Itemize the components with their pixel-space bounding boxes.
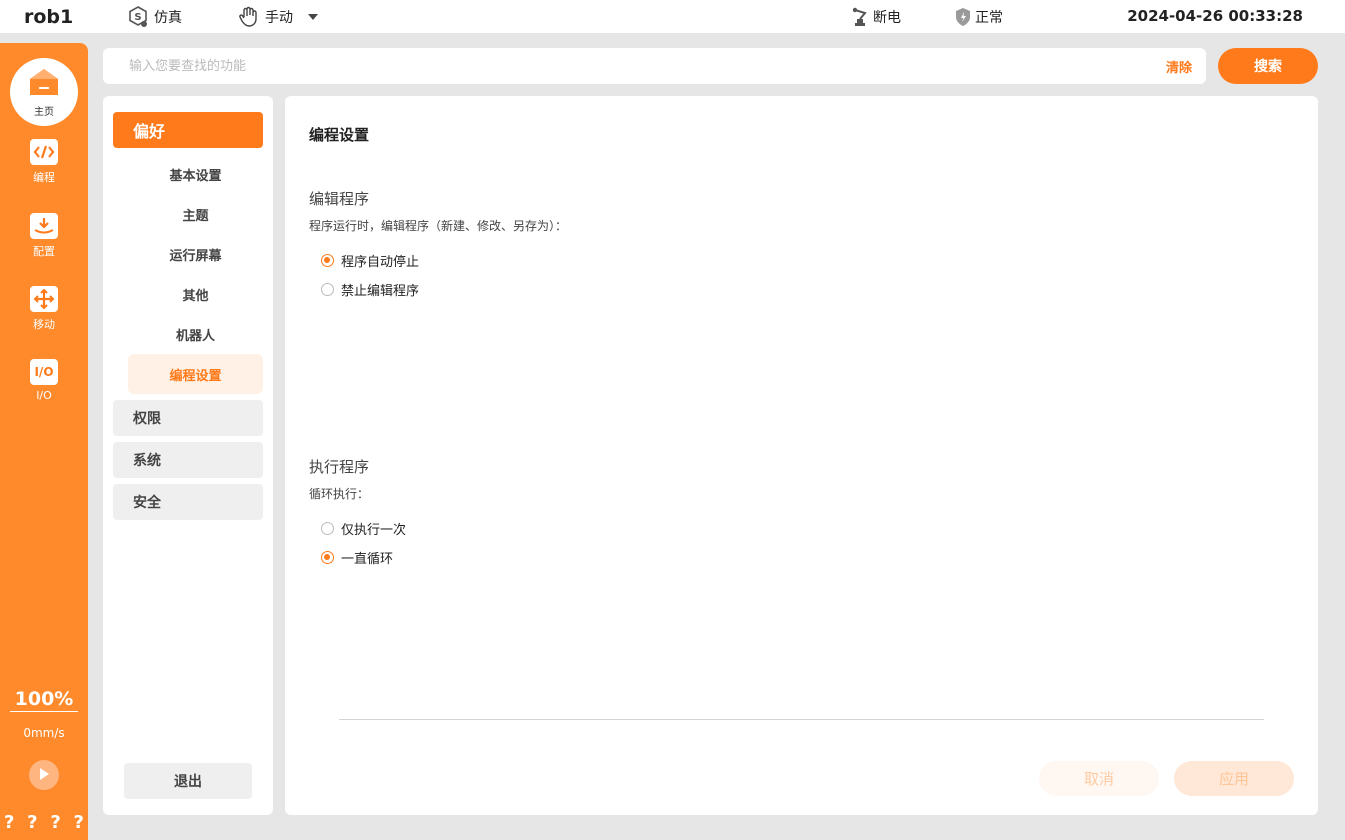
nav-config-label: 配置	[33, 245, 55, 258]
category-system[interactable]: 系统	[113, 442, 263, 478]
nav-move[interactable]: 移动	[0, 286, 88, 332]
power-status: 断电	[851, 5, 901, 29]
nav-io[interactable]: I/O I/O	[0, 359, 88, 402]
radio-button[interactable]	[321, 551, 334, 564]
code-icon	[30, 139, 58, 165]
radio-label: 禁止编辑程序	[341, 284, 420, 299]
nav-move-label: 移动	[33, 318, 55, 331]
state-label: 正常	[975, 10, 1003, 26]
top-bar: rob1 S 仿真 手动 断电 正常 2024-04-26 00:33:28	[0, 0, 1345, 33]
svg-text:S: S	[134, 12, 141, 23]
divider	[339, 719, 1264, 720]
chevron-down-icon	[307, 12, 319, 22]
status-indicator[interactable]: ?	[74, 812, 84, 833]
play-icon	[37, 766, 51, 785]
speed-value: 0mm/s	[23, 726, 65, 740]
exec-program-desc: 循环执行：	[309, 487, 370, 501]
simulation-label: 仿真	[154, 10, 182, 26]
manual-label: 手动	[265, 10, 293, 26]
radio-run-once[interactable]: 仅执行一次	[321, 519, 406, 538]
radio-label: 程序自动停止	[341, 255, 420, 270]
exec-program-title: 执行程序	[309, 458, 370, 476]
nav-config[interactable]: 配置	[0, 213, 88, 259]
nav-programming[interactable]: 编程	[0, 139, 88, 185]
status-indicators: ? ? ? ?	[4, 812, 88, 833]
apply-button[interactable]: 应用	[1174, 761, 1294, 796]
sub-item-programming-settings[interactable]: 编程设置	[128, 354, 263, 394]
manual-mode-dropdown[interactable]: 手动	[237, 5, 319, 29]
speed-percent[interactable]: 100%	[10, 688, 78, 712]
left-sidebar: 主页 编程 配置 移动 I/O I/O 100% 0mm/s ? ? ? ?	[0, 43, 88, 840]
home-icon	[28, 67, 60, 101]
shield-icon	[955, 7, 971, 27]
home-label: 主页	[34, 106, 54, 118]
settings-content-panel: 编程设置 编辑程序 程序运行时，编辑程序（新建、修改、另存为）： 程序自动停止 …	[285, 96, 1318, 815]
logout-button[interactable]: 退出	[124, 763, 252, 799]
io-icon: I/O	[30, 359, 58, 385]
page-title: 编程设置	[309, 126, 370, 144]
home-button[interactable]: 主页	[10, 58, 78, 126]
radio-label: 一直循环	[341, 552, 394, 567]
status-indicator[interactable]: ?	[4, 812, 14, 833]
simulation-mode[interactable]: S 仿真	[126, 5, 182, 29]
category-permissions[interactable]: 权限	[113, 400, 263, 436]
clear-button[interactable]: 清除	[1166, 57, 1192, 76]
radio-label: 仅执行一次	[341, 523, 407, 538]
sub-item-run-screen[interactable]: 运行屏幕	[128, 234, 263, 274]
play-button[interactable]	[29, 760, 59, 790]
category-preference[interactable]: 偏好	[113, 112, 263, 148]
status-indicator[interactable]: ?	[50, 812, 60, 833]
search-box: 清除	[103, 48, 1206, 84]
radio-loop-forever[interactable]: 一直循环	[321, 548, 393, 567]
category-safety[interactable]: 安全	[113, 484, 263, 520]
edit-program-title: 编辑程序	[309, 190, 370, 208]
datetime: 2024-04-26 00:33:28	[1127, 7, 1303, 25]
nav-io-label: I/O	[36, 389, 52, 402]
search-button[interactable]: 搜索	[1218, 48, 1318, 84]
sub-item-other[interactable]: 其他	[128, 274, 263, 314]
safety-status: 正常	[955, 5, 1003, 29]
edit-program-desc: 程序运行时，编辑程序（新建、修改、另存为）：	[309, 219, 568, 233]
robot-name: rob1	[24, 6, 74, 28]
robot-arm-icon	[851, 7, 869, 27]
radio-button[interactable]	[321, 254, 334, 267]
sub-item-basic-settings[interactable]: 基本设置	[128, 154, 263, 194]
cancel-button[interactable]: 取消	[1039, 761, 1159, 796]
radio-button[interactable]	[321, 522, 334, 535]
radio-disable-edit[interactable]: 禁止编辑程序	[321, 280, 419, 299]
search-input[interactable]	[103, 48, 1143, 84]
radio-auto-stop[interactable]: 程序自动停止	[321, 251, 419, 270]
nav-programming-label: 编程	[33, 171, 55, 184]
power-label: 断电	[873, 10, 901, 26]
hand-icon	[237, 5, 261, 29]
download-icon	[30, 213, 58, 239]
sub-item-robot[interactable]: 机器人	[128, 314, 263, 354]
radio-button[interactable]	[321, 283, 334, 296]
status-indicator[interactable]: ?	[27, 812, 37, 833]
sub-item-theme[interactable]: 主题	[128, 194, 263, 234]
move-icon	[30, 286, 58, 312]
settings-category-panel: 偏好 基本设置 主题 运行屏幕 其他 机器人 编程设置 权限 系统 安全 退出	[103, 96, 273, 815]
simulation-icon: S	[126, 5, 150, 29]
